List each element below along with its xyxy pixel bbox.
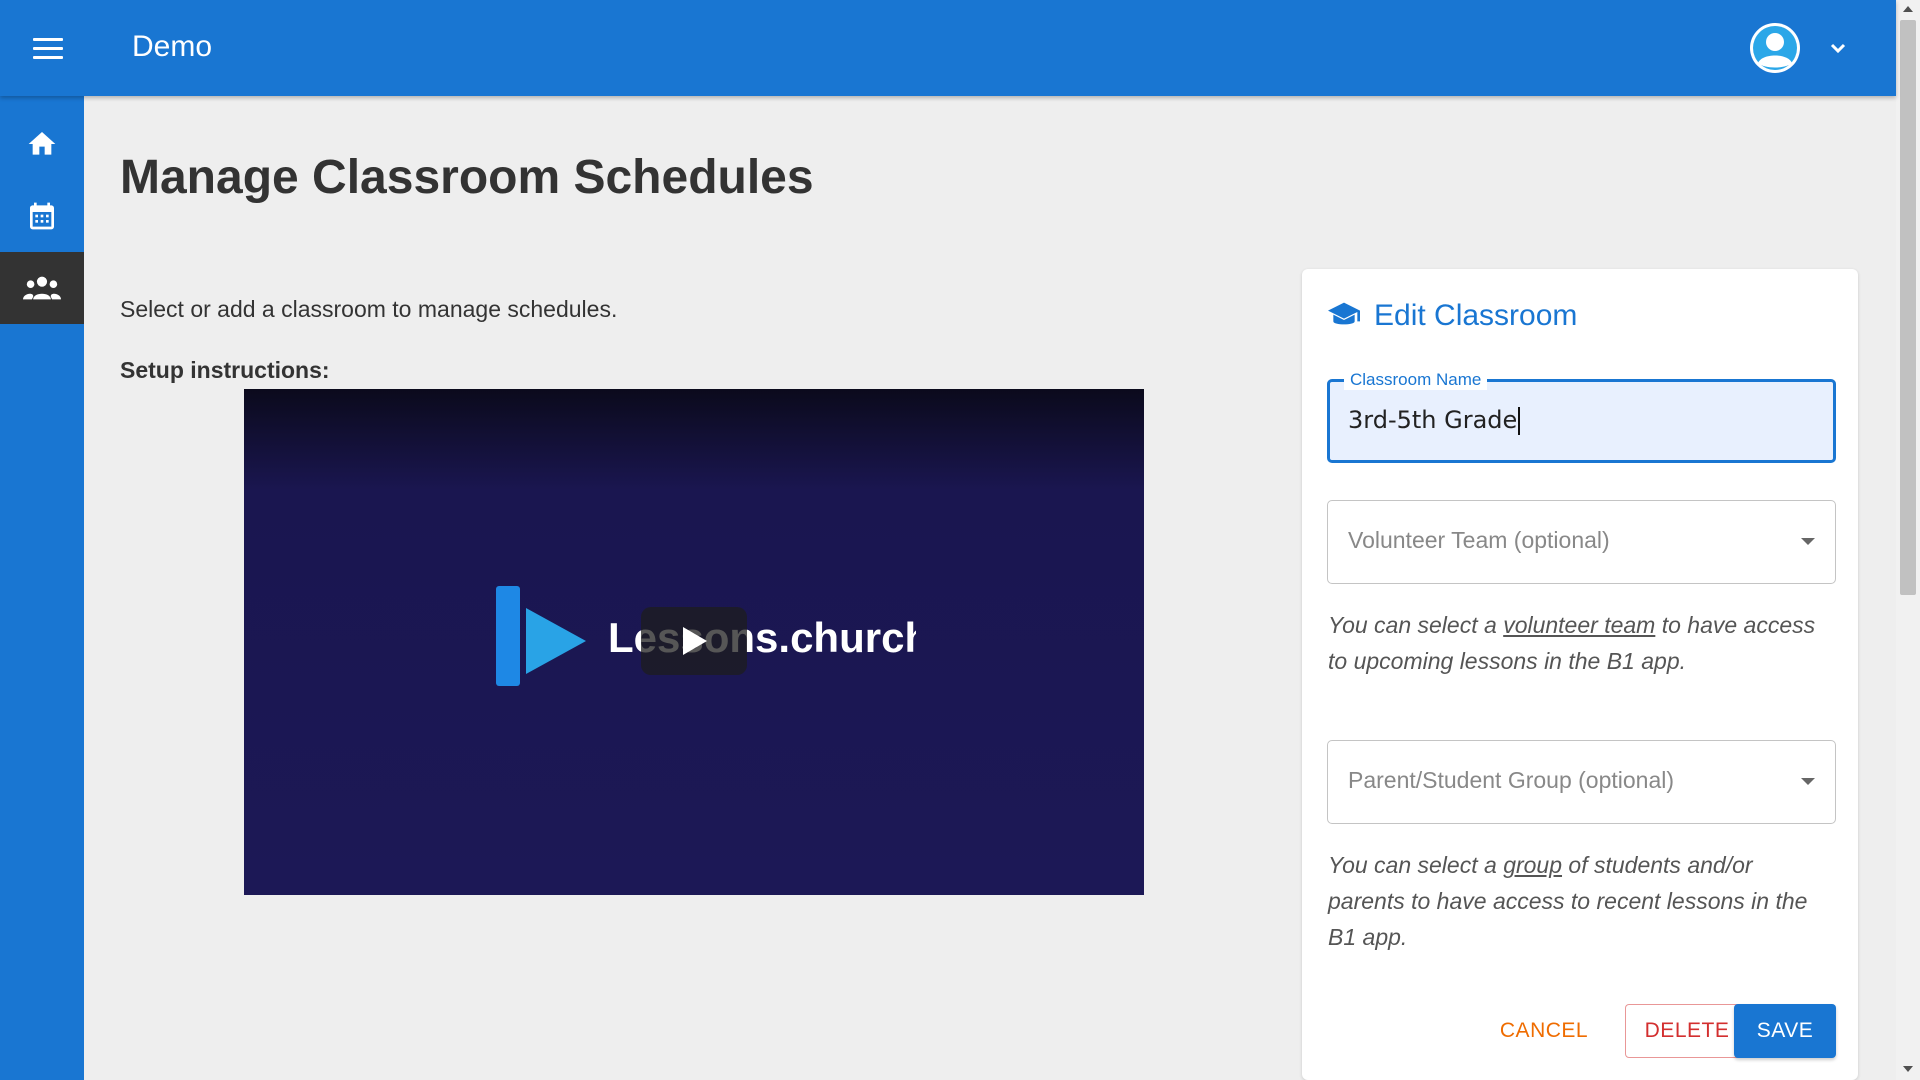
volunteer-team-placeholder: Volunteer Team (optional) [1348,527,1610,553]
user-avatar-icon[interactable] [1750,23,1800,73]
home-icon [28,132,56,155]
save-button[interactable]: SAVE [1734,1004,1836,1058]
parent-student-group-select[interactable]: Parent/Student Group (optional) [1327,740,1836,824]
play-icon [683,627,707,655]
card-header: Edit Classroom [1328,299,1577,333]
volunteer-team-link[interactable]: volunteer team [1503,612,1655,638]
graduation-cap-icon [1328,302,1360,325]
sidebar-item-classrooms[interactable] [0,252,84,324]
sidebar-item-schedules[interactable] [0,180,84,252]
volunteer-team-select[interactable]: Volunteer Team (optional) [1327,500,1836,584]
edit-classroom-card: Edit Classroom Classroom Name 3rd-5th Gr… [1302,269,1858,1080]
scroll-up-arrow-icon[interactable] [1903,6,1913,12]
cancel-button[interactable]: CANCEL [1482,1004,1606,1058]
people-icon [23,276,61,300]
setup-video[interactable]: Lessons.church [244,389,1144,895]
dropdown-arrow-icon [1801,538,1815,545]
setup-instructions-label: Setup instructions: [120,357,330,383]
hamburger-menu-icon[interactable] [24,24,72,72]
app-title: Demo [132,30,213,63]
page-scrollbar[interactable] [1896,0,1920,1080]
classroom-name-field[interactable]: Classroom Name 3rd-5th Grade [1327,370,1836,463]
classroom-name-label: Classroom Name [1344,370,1488,390]
chevron-down-icon[interactable] [1824,36,1852,60]
card-title: Edit Classroom [1374,299,1578,332]
intro-text: Select or add a classroom to manage sche… [120,296,618,322]
group-help: You can select a group of students and/o… [1328,852,1808,950]
text-caret [1518,407,1521,435]
scroll-down-arrow-icon[interactable] [1903,1066,1913,1072]
sidebar [0,96,84,1080]
scrollbar-thumb[interactable] [1900,20,1916,595]
sidebar-item-home[interactable] [0,108,84,180]
video-play-button[interactable] [641,607,747,675]
group-placeholder: Parent/Student Group (optional) [1348,767,1675,793]
delete-button[interactable]: DELETE [1625,1004,1749,1058]
dropdown-arrow-icon [1801,778,1815,785]
classroom-name-input[interactable]: 3rd-5th Grade [1348,406,1521,435]
page-title: Manage Classroom Schedules [120,151,814,204]
volunteer-team-help: You can select a volunteer team to have … [1328,612,1816,674]
app-bar: Demo [0,0,1896,96]
group-link[interactable]: group [1503,852,1562,878]
calendar-icon [30,202,54,230]
